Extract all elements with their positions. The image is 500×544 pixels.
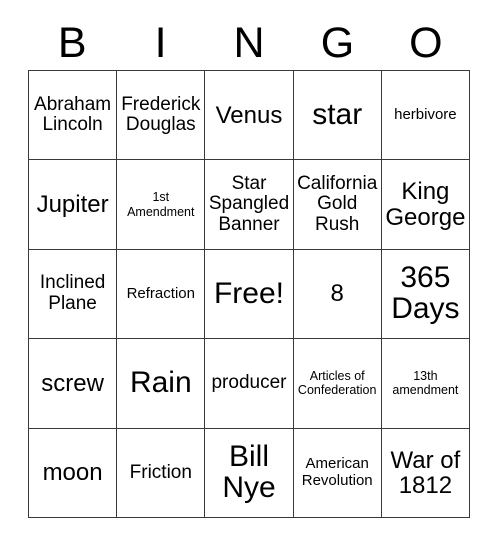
bingo-header-letter-b: B bbox=[57, 18, 87, 67]
bingo-cell[interactable]: screw bbox=[29, 339, 118, 429]
bingo-header-letter-i: I bbox=[154, 18, 167, 67]
bingo-cell-label: producer bbox=[211, 372, 287, 394]
bingo-cell[interactable]: star bbox=[293, 71, 382, 161]
bingo-cell-label: California Gold Rush bbox=[297, 172, 378, 235]
bingo-cell[interactable]: 13th amendment bbox=[381, 339, 470, 429]
bingo-cell-label: herbivore bbox=[394, 105, 457, 123]
bingo-cell[interactable]: 1st Amendment bbox=[117, 160, 206, 250]
bingo-grid: Abraham Lincoln Frederick Douglas Venus sta… bbox=[28, 70, 470, 518]
bingo-cell-label: King George bbox=[385, 178, 466, 231]
bingo-cell[interactable]: Frederick Douglas bbox=[117, 71, 206, 161]
bingo-cell[interactable]: Friction bbox=[117, 428, 206, 518]
bingo-cell[interactable]: 365 Days bbox=[381, 249, 470, 340]
bingo-cell-label: Free! bbox=[213, 276, 284, 310]
bingo-cell[interactable]: Refraction bbox=[117, 249, 206, 340]
bingo-card: B I N G O Abraham Lincoln Frederick Dougl… bbox=[0, 0, 500, 544]
bingo-cell[interactable]: 8 bbox=[293, 249, 382, 340]
bingo-cell[interactable]: King George bbox=[381, 160, 470, 250]
bingo-cell[interactable]: moon bbox=[29, 428, 118, 518]
bingo-cell-label: Venus bbox=[215, 101, 283, 129]
bingo-cell[interactable]: Jupiter bbox=[29, 160, 118, 250]
bingo-cell[interactable]: Bill Nye bbox=[205, 428, 294, 518]
bingo-cell[interactable]: Inclined Plane bbox=[29, 249, 118, 340]
bingo-header-letter-g: G bbox=[320, 18, 355, 67]
bingo-header-letter-n: N bbox=[233, 18, 265, 67]
bingo-cell-label: Frederick Douglas bbox=[121, 93, 201, 136]
bingo-cell-label: Refraction bbox=[126, 284, 195, 302]
bingo-cell[interactable]: Star Spangled Banner bbox=[205, 160, 294, 250]
bingo-cell-label: Abraham Lincoln bbox=[34, 93, 112, 136]
bingo-cell-label: 13th amendment bbox=[392, 369, 459, 398]
bingo-cell-label: Friction bbox=[129, 461, 192, 483]
bingo-cell[interactable]: War of 1812 bbox=[381, 428, 470, 518]
bingo-cell-label: Bill Nye bbox=[222, 439, 276, 504]
bingo-cell-label: screw bbox=[41, 369, 104, 397]
bingo-cell[interactable]: Venus bbox=[205, 71, 294, 161]
bingo-cell[interactable]: Abraham Lincoln bbox=[29, 71, 118, 161]
bingo-cell[interactable]: American Revolution bbox=[293, 428, 382, 518]
bingo-cell[interactable]: Articles of Confederation bbox=[293, 339, 382, 429]
bingo-cell-label: Jupiter bbox=[36, 191, 109, 218]
bingo-header-letter-o: O bbox=[409, 18, 443, 67]
bingo-cell-label: 365 Days bbox=[391, 261, 460, 325]
bingo-cell[interactable]: Rain bbox=[117, 339, 206, 429]
bingo-cell-label: Inclined Plane bbox=[39, 272, 106, 314]
bingo-cell-label: American Revolution bbox=[301, 455, 373, 489]
bingo-cell[interactable]: herbivore bbox=[381, 71, 470, 161]
bingo-cell-label: War of 1812 bbox=[390, 446, 461, 499]
bingo-cell[interactable]: producer bbox=[205, 339, 294, 429]
bingo-cell-label: Star Spangled Banner bbox=[208, 172, 290, 235]
bingo-cell-label: star bbox=[312, 97, 363, 131]
bingo-header: B I N G O bbox=[28, 16, 470, 70]
bingo-cell-label: 8 bbox=[330, 280, 344, 308]
bingo-cell-label: moon bbox=[42, 459, 103, 487]
bingo-cell[interactable]: Free! bbox=[205, 249, 294, 340]
bingo-cell-label: Rain bbox=[129, 365, 192, 399]
bingo-cell-label: 1st Amendment bbox=[127, 190, 195, 219]
bingo-cell[interactable]: California Gold Rush bbox=[293, 160, 382, 250]
bingo-cell-label: Articles of Confederation bbox=[297, 369, 377, 398]
